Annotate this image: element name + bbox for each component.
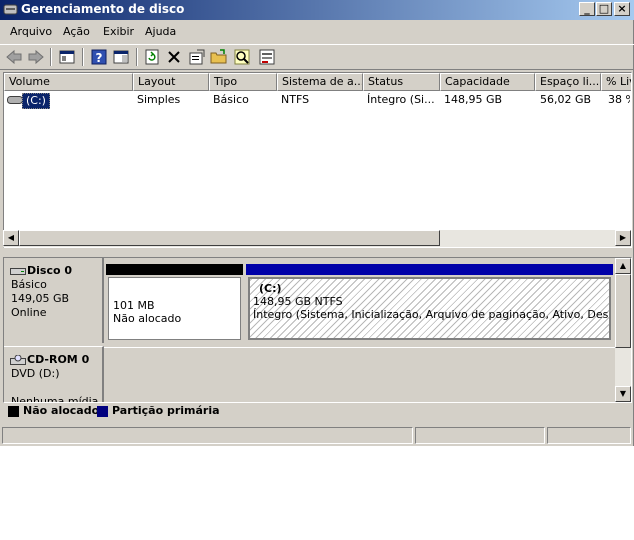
- horizontal-scroll-thumb[interactable]: [19, 230, 440, 246]
- disk-management-app-icon: [3, 4, 18, 15]
- toolbar-separator: [50, 48, 52, 66]
- percent-livre-cell: 38 %: [608, 93, 630, 106]
- partition-status: Íntegro (Sistema, Inicialização, Arquivo…: [253, 308, 609, 321]
- cdrom-0-type: DVD (D:): [11, 367, 60, 380]
- menu-acao[interactable]: Ação: [63, 25, 90, 38]
- cdrom-0-state: Nenhuma mídia: [11, 395, 99, 403]
- column-header-sistema-arquivos[interactable]: Sistema de a...: [277, 73, 363, 91]
- minimize-button[interactable]: _: [579, 2, 595, 16]
- unallocated-partition[interactable]: 101 MB Não alocado: [106, 264, 243, 340]
- legend: Não alocado Partição primária: [3, 403, 632, 421]
- show-hide-pane-icon[interactable]: [112, 48, 130, 66]
- disk-management-window: Gerenciamento de disco _ □ × Arquivo Açã…: [0, 0, 634, 446]
- espaco-livre-cell: 56,02 GB: [540, 93, 592, 106]
- close-button[interactable]: ×: [614, 2, 630, 16]
- column-header-percent-livre[interactable]: % Liv: [601, 73, 631, 91]
- column-header-tipo[interactable]: Tipo: [209, 73, 277, 91]
- cdrom-0-label[interactable]: CD-ROM 0 DVD (D:) Nenhuma mídia: [4, 346, 104, 403]
- status-pane-main: [2, 427, 413, 444]
- open-folder-icon[interactable]: [210, 48, 228, 66]
- menu-arquivo[interactable]: Arquivo: [10, 25, 52, 38]
- unallocated-color-bar: [106, 264, 243, 275]
- toolbar-separator: [136, 48, 138, 66]
- scroll-right-button[interactable]: ▶: [615, 230, 631, 246]
- disk-0-label[interactable]: Disco 0 Básico 149,05 GB Online: [4, 258, 104, 343]
- capacidade-cell: 148,95 GB: [444, 93, 503, 106]
- disk-0-type: Básico: [11, 278, 47, 291]
- title-bar[interactable]: Gerenciamento de disco _ □ ×: [0, 0, 634, 20]
- forward-arrow-icon[interactable]: [27, 48, 45, 66]
- status-cell: Íntegro (Si...: [367, 93, 435, 106]
- primary-partition-body: (C:) 148,95 GB NTFS Íntegro (Sistema, In…: [248, 277, 611, 340]
- primary-partition-color-bar: [246, 264, 613, 275]
- column-header-volume[interactable]: Volume: [4, 73, 133, 91]
- search-icon[interactable]: [233, 48, 251, 66]
- delete-icon[interactable]: [165, 48, 183, 66]
- properties-icon[interactable]: [188, 48, 206, 66]
- primary-partition-c[interactable]: (C:) 148,95 GB NTFS Íntegro (Sistema, In…: [246, 264, 613, 340]
- scroll-up-button[interactable]: ▲: [615, 258, 631, 274]
- tipo-cell: Básico: [213, 93, 249, 106]
- layout-cell: Simples: [137, 93, 181, 106]
- console-tree-icon[interactable]: [58, 48, 76, 66]
- legend-label-primary: Partição primária: [112, 404, 220, 417]
- cdrom-0-area: [104, 347, 615, 402]
- horizontal-scrollbar[interactable]: ◀ ▶: [3, 230, 631, 247]
- column-header-espaco-livre[interactable]: Espaço li...: [535, 73, 601, 91]
- status-pane-2: [415, 427, 545, 444]
- partition-label: (C:): [259, 282, 282, 295]
- vertical-scrollbar[interactable]: ▲ ▼: [615, 258, 631, 402]
- help-icon[interactable]: ?: [90, 48, 108, 66]
- toolbar-separator: [82, 48, 84, 66]
- unallocated-desc: Não alocado: [113, 312, 182, 325]
- back-arrow-icon[interactable]: [5, 48, 23, 66]
- window-title: Gerenciamento de disco: [21, 2, 185, 16]
- cd-drive-icon: [10, 355, 26, 365]
- disk-0-size: 149,05 GB: [11, 292, 70, 305]
- disk-0-partitions: 101 MB Não alocado (C:) 148,95 GB NTFS Í…: [104, 262, 615, 340]
- unallocated-body: 101 MB Não alocado: [108, 277, 241, 340]
- refresh-icon[interactable]: [143, 48, 161, 66]
- maximize-button[interactable]: □: [596, 2, 612, 16]
- menu-bar: Arquivo Ação Exibir Ajuda: [0, 21, 634, 43]
- vertical-scroll-thumb[interactable]: [615, 274, 631, 348]
- unallocated-size: 101 MB: [113, 299, 155, 312]
- status-pane-3: [547, 427, 631, 444]
- legend-swatch-unallocated: [8, 406, 19, 417]
- disk-0-state: Online: [11, 306, 47, 319]
- partition-size: 148,95 GB NTFS: [253, 295, 343, 308]
- menu-exibir[interactable]: Exibir: [103, 25, 134, 38]
- scroll-down-button[interactable]: ▼: [615, 386, 631, 402]
- toolbar: ?: [0, 44, 634, 70]
- sistema-cell: NTFS: [281, 93, 310, 106]
- column-header-capacidade[interactable]: Capacidade: [440, 73, 535, 91]
- menu-ajuda[interactable]: Ajuda: [145, 25, 176, 38]
- column-header-layout[interactable]: Layout: [133, 73, 209, 91]
- volume-cell: (C:): [22, 93, 50, 109]
- svg-text:?: ?: [96, 51, 103, 65]
- scroll-left-button[interactable]: ◀: [3, 230, 19, 246]
- legend-label-unallocated: Não alocado: [23, 404, 100, 417]
- volume-list: Volume Layout Tipo Sistema de a... Statu…: [3, 72, 632, 248]
- status-bar: [0, 426, 634, 445]
- drive-icon: [7, 96, 23, 104]
- column-header-status[interactable]: Status: [363, 73, 440, 91]
- export-list-icon[interactable]: [258, 48, 276, 66]
- legend-swatch-primary: [97, 406, 108, 417]
- hard-disk-icon: [10, 268, 26, 275]
- disk-graphical-view: Disco 0 Básico 149,05 GB Online 101 MB N…: [3, 257, 632, 403]
